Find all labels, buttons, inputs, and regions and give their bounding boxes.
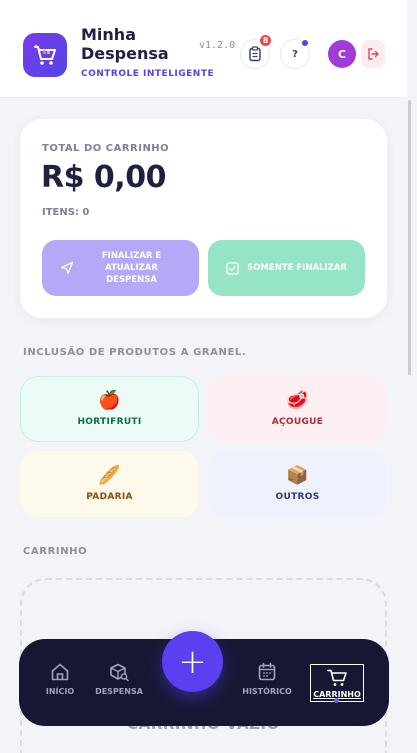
add-item-fab[interactable]: + bbox=[162, 631, 223, 692]
finalize-and-update-button[interactable]: FINALIZAR E ATUALIZAR DESPENSA bbox=[42, 240, 199, 296]
cart-logo-icon bbox=[34, 44, 56, 65]
cart-section-title: CARRINHO bbox=[23, 546, 88, 557]
nav-item-carrinho[interactable]: CARRINHO bbox=[310, 664, 364, 702]
list-count-badge: 8 bbox=[258, 33, 273, 48]
category-hortifruti[interactable]: 🍎 HORTIFRUTI bbox=[20, 376, 199, 442]
category-label: OUTROS bbox=[275, 492, 320, 502]
nav-item-despensa[interactable]: DESPENSA bbox=[93, 661, 145, 696]
plus-icon: + bbox=[178, 641, 207, 682]
app-logo bbox=[23, 33, 67, 77]
cart-total-value: R$ 0,00 bbox=[41, 160, 166, 195]
help-icon: ? bbox=[292, 48, 298, 60]
nav-label: INÍCIO bbox=[45, 687, 75, 696]
category-label: HORTIFRUTI bbox=[77, 417, 142, 427]
category-acougue[interactable]: 🥩 AÇOUGUE bbox=[208, 376, 387, 442]
bulk-section-title: INCLUSÃO DE PRODUTOS A GRANEL. bbox=[23, 347, 247, 358]
check-square-icon bbox=[226, 261, 239, 275]
category-label: PADARIA bbox=[86, 492, 133, 502]
category-outros[interactable]: 📦 OUTROS bbox=[208, 451, 387, 517]
bread-icon: 🥖 bbox=[98, 465, 121, 486]
app-subtitle: CONTROLE INTELIGENTE bbox=[81, 69, 215, 79]
apple-icon: 🍎 bbox=[98, 390, 121, 411]
user-avatar[interactable]: C bbox=[328, 40, 356, 68]
version-label: v1.2.0 bbox=[199, 40, 236, 51]
finalize-only-button[interactable]: SOMENTE FINALIZAR bbox=[208, 240, 365, 296]
app-title: Minha Despensa bbox=[81, 25, 169, 63]
active-indicator-dot bbox=[334, 698, 339, 703]
scrollbar-thumb[interactable] bbox=[408, 100, 411, 375]
finalize-and-update-label: FINALIZAR E ATUALIZAR DESPENSA bbox=[101, 251, 162, 285]
calendar-icon bbox=[258, 662, 276, 681]
nav-item-inicio[interactable]: INÍCIO bbox=[44, 661, 76, 696]
finalize-only-label: SOMENTE FINALIZAR bbox=[247, 263, 347, 273]
package-icon: 📦 bbox=[286, 465, 309, 486]
logout-button[interactable] bbox=[361, 40, 385, 68]
cart-icon bbox=[327, 669, 347, 686]
box-search-icon bbox=[110, 663, 129, 682]
logout-icon bbox=[368, 48, 379, 60]
home-icon bbox=[51, 663, 69, 681]
cart-total-label: TOTAL DO CARRINHO bbox=[42, 143, 170, 154]
cart-item-count: ITENS: 0 bbox=[42, 207, 90, 218]
help-notification-dot bbox=[302, 40, 308, 46]
nav-label: DESPENSA bbox=[95, 687, 143, 696]
category-padaria[interactable]: 🥖 PADARIA bbox=[20, 451, 199, 517]
clipboard-list-icon bbox=[249, 46, 261, 62]
nav-label: HISTÓRICO bbox=[242, 687, 292, 696]
meat-icon: 🥩 bbox=[286, 390, 309, 411]
send-icon bbox=[60, 261, 73, 275]
nav-item-historico[interactable]: HISTÓRICO bbox=[240, 661, 294, 696]
category-label: AÇOUGUE bbox=[271, 417, 324, 427]
